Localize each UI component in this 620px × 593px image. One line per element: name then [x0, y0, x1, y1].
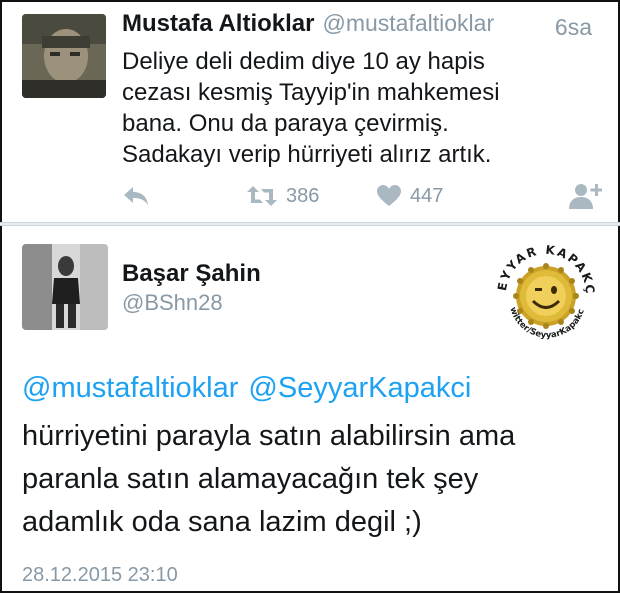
avatar[interactable]: [22, 244, 108, 330]
retweet-icon: [247, 186, 277, 206]
author-name[interactable]: Mustafa Altioklar: [122, 10, 314, 37]
seyyar-kapakci-logo: SEYYAR KAPAKÇI Twitter/SeyyarKapakci: [485, 225, 602, 348]
tweet-text-line: hürriyetini parayla satın alabilirsin am…: [22, 420, 516, 452]
tweet-text-line: bana. Onu da paraya çevirmiş.: [122, 110, 449, 137]
tweet-text: Deliye deli dedim diye 10 ay hapis cezas…: [122, 46, 592, 170]
tweet-text-line: cezası kesmiş Tayyip'in mahkemesi: [122, 79, 500, 106]
retweet-button[interactable]: 386: [246, 180, 319, 212]
follow-icon: [569, 184, 602, 209]
author-name[interactable]: Başar Şahin: [122, 260, 261, 288]
tweet-separator: [0, 222, 620, 226]
mention-link[interactable]: @SeyyarKapakci: [248, 372, 471, 404]
tweet-actions: 386 447: [122, 180, 606, 212]
reply-icon: [124, 187, 148, 205]
like-count: 447: [410, 184, 444, 207]
tweet-text: hürriyetini parayla satın alabilirsin am…: [22, 415, 602, 544]
mention-link[interactable]: @mustafaltioklar: [22, 372, 238, 404]
author-handle[interactable]: @BShn28: [122, 290, 223, 316]
like-button[interactable]: 447: [376, 180, 443, 212]
tweet-text-line: paranla satın alamayacağın tek şey: [22, 463, 479, 495]
tweet-time[interactable]: 6sa: [555, 14, 592, 41]
author-handle[interactable]: @mustafaltioklar: [322, 10, 494, 36]
tweet-text-line: adamlık oda sana lazim degil ;): [22, 506, 422, 538]
tweet-header: Mustafa Altioklar @mustafaltioklar 6sa: [122, 10, 606, 44]
heart-icon: [377, 185, 401, 206]
tweet-mustafa[interactable]: Mustafa Altioklar @mustafaltioklar 6sa De…: [0, 0, 620, 222]
tweet-timestamp[interactable]: 28.12.2015 23:10: [22, 564, 178, 587]
avatar[interactable]: [22, 14, 106, 98]
tweet-text-line: Sadakayı verip hürriyeti alırız artık.: [122, 141, 492, 168]
tweet-text-line: Deliye deli dedim diye 10 ay hapis: [122, 48, 485, 75]
follow-button[interactable]: [568, 180, 602, 212]
tweet-mentions: @mustafaltioklar @SeyyarKapakci: [22, 372, 471, 405]
reply-button[interactable]: [122, 180, 150, 212]
retweet-count: 386: [286, 184, 320, 207]
